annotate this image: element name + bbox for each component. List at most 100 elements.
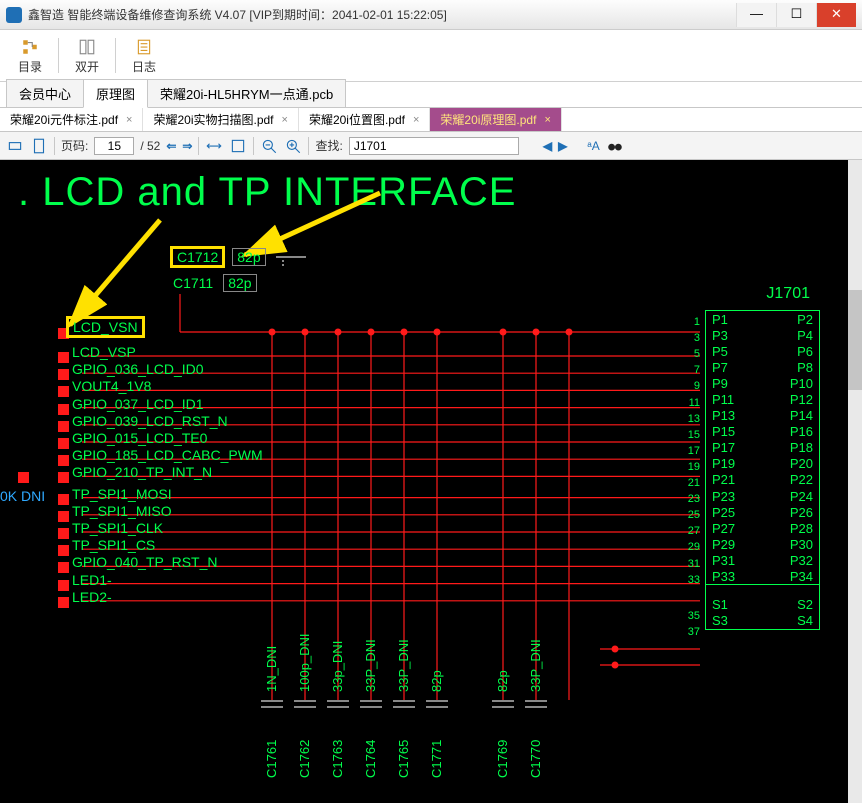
- zoom-out-icon[interactable]: [260, 137, 278, 155]
- cap-value-vertical: 33P_DNI: [528, 622, 543, 692]
- doc-tab-2[interactable]: 荣耀20i位置图.pdf ×: [299, 108, 430, 131]
- pin-number: 33: [682, 574, 700, 586]
- window-maximize-button[interactable]: [776, 3, 816, 27]
- blue-annotation: 0K DNI: [0, 488, 45, 504]
- cap-ref-vertical: C1765: [396, 718, 411, 778]
- doc-tab-close-icon[interactable]: ×: [282, 114, 288, 126]
- doc-tab-close-icon[interactable]: ×: [413, 114, 419, 126]
- conn-pin: P29: [706, 536, 763, 552]
- conn-pin: P21: [706, 472, 763, 488]
- nav-clipboard-icon[interactable]: [30, 137, 48, 155]
- net-pad-lcd-vsn: [58, 328, 69, 339]
- cap-symbol: [525, 700, 547, 702]
- net-pad: [58, 472, 69, 483]
- dual-icon: [78, 38, 96, 56]
- conn-pin: P31: [706, 552, 763, 568]
- page-next-button[interactable]: ⇒: [182, 139, 192, 153]
- cap-value-vertical: 82p: [429, 622, 444, 692]
- find-prev-button[interactable]: ◀: [543, 139, 552, 153]
- cap-symbol: [393, 700, 415, 702]
- cap-value-vertical: 33P_DNI: [396, 622, 411, 692]
- conn-pin: P28: [763, 520, 820, 536]
- vertical-scrollbar[interactable]: [848, 160, 862, 803]
- page-number-input[interactable]: [94, 137, 134, 155]
- doc-tab-0[interactable]: 荣耀20i元件标注.pdf ×: [0, 108, 143, 131]
- toolbar-catalog-button[interactable]: 目录: [8, 34, 52, 78]
- zoom-in-icon[interactable]: [284, 137, 302, 155]
- net-pad: [18, 472, 29, 483]
- doc-tab-close-icon[interactable]: ×: [126, 114, 132, 126]
- window-minimize-button[interactable]: [736, 3, 776, 27]
- cap-c1712-ref: C1712: [173, 249, 222, 265]
- find-label: 查找:: [315, 137, 342, 154]
- cap-value-vertical: 100p_DNI: [297, 622, 312, 692]
- pin-number: 7: [682, 364, 700, 376]
- net-label: LED2-: [72, 589, 112, 605]
- net-label: LED1-: [72, 572, 112, 588]
- net-label: GPIO_036_LCD_ID0: [72, 361, 204, 377]
- conn-pin: P11: [706, 391, 763, 407]
- net-pad: [58, 369, 69, 380]
- conn-pin: P9: [706, 375, 763, 391]
- doc-tab-close-icon[interactable]: ×: [544, 114, 550, 126]
- cap-c1711-val: 82p: [223, 274, 256, 292]
- conn-pin: P2: [763, 311, 820, 327]
- doc-tab-label: 荣耀20i元件标注.pdf: [10, 111, 118, 128]
- toolbar-log-button[interactable]: 日志: [122, 34, 166, 78]
- case-toggle[interactable]: ᵃA: [587, 139, 599, 153]
- net-pad: [58, 494, 69, 505]
- net-pad: [58, 386, 69, 397]
- pin-number: 15: [682, 429, 700, 441]
- cap-c1711-ref: C1711: [173, 275, 213, 291]
- schematic-view[interactable]: . LCD and TP INTERFACE C1712 82p C1711 8…: [0, 160, 862, 803]
- binoculars-icon[interactable]: [606, 137, 624, 155]
- net-label: GPIO_040_TP_RST_N: [72, 554, 218, 570]
- cap-ref-vertical: C1769: [495, 718, 510, 778]
- pin-number: 31: [682, 558, 700, 570]
- conn-pin: P16: [763, 424, 820, 440]
- main-toolbar: 目录 双开 日志: [0, 30, 862, 82]
- doc-tab-label: 荣耀20i位置图.pdf: [309, 111, 405, 128]
- net-label: VOUT4_1V8: [72, 378, 151, 394]
- doc-tab-3[interactable]: 荣耀20i原理图.pdf×: [430, 108, 561, 131]
- section-tabs: 会员中心原理图荣耀20i-HL5HRYM一点通.pcb: [0, 82, 862, 108]
- toolbar-catalog-label: 目录: [18, 58, 42, 75]
- pin-number: 21: [682, 477, 700, 489]
- find-input[interactable]: [349, 137, 519, 155]
- cap-ref-vertical: C1763: [330, 718, 345, 778]
- pin-number: 9: [682, 380, 700, 392]
- conn-pin: S3: [706, 613, 763, 629]
- window-title: 鑫智造 智能终端设备维修查询系统 V4.07 [VIP到期时间：2041-02-…: [28, 6, 447, 23]
- section-tab-2[interactable]: 荣耀20i-HL5HRYM一点通.pcb: [147, 79, 346, 107]
- net-pad: [58, 455, 69, 466]
- toolbar-dual-button[interactable]: 双开: [65, 34, 109, 78]
- page-total: / 52: [140, 139, 160, 153]
- section-tab-1[interactable]: 原理图: [83, 79, 148, 108]
- net-label: GPIO_015_LCD_TE0: [72, 430, 207, 446]
- fit-width-icon[interactable]: [205, 137, 223, 155]
- conn-pin: P34: [763, 569, 820, 585]
- window-close-button[interactable]: [816, 3, 856, 27]
- conn-pin: P25: [706, 504, 763, 520]
- pin-number: 17: [682, 445, 700, 457]
- cap-ref-vertical: C1764: [363, 718, 378, 778]
- net-pad: [58, 545, 69, 556]
- cap-symbol: [327, 700, 349, 702]
- nav-print-icon[interactable]: [6, 137, 24, 155]
- cap-symbol: [261, 700, 283, 702]
- section-tab-0[interactable]: 会员中心: [6, 79, 84, 107]
- conn-pin: P30: [763, 536, 820, 552]
- fit-page-icon[interactable]: [229, 137, 247, 155]
- net-pad: [58, 438, 69, 449]
- find-next-button[interactable]: ▶: [558, 139, 567, 153]
- conn-pin: S1: [706, 597, 763, 613]
- cap-ref-vertical: C1771: [429, 718, 444, 778]
- net-pad: [58, 562, 69, 573]
- conn-pin: P26: [763, 504, 820, 520]
- page-prev-button[interactable]: ⇐: [166, 139, 176, 153]
- net-label: GPIO_210_TP_INT_N: [72, 464, 212, 480]
- toolbar-dual-label: 双开: [75, 58, 99, 75]
- doc-tab-1[interactable]: 荣耀20i实物扫描图.pdf×: [143, 108, 298, 131]
- net-pad: [58, 528, 69, 539]
- cap-value-vertical: 1N_DNI: [264, 622, 279, 692]
